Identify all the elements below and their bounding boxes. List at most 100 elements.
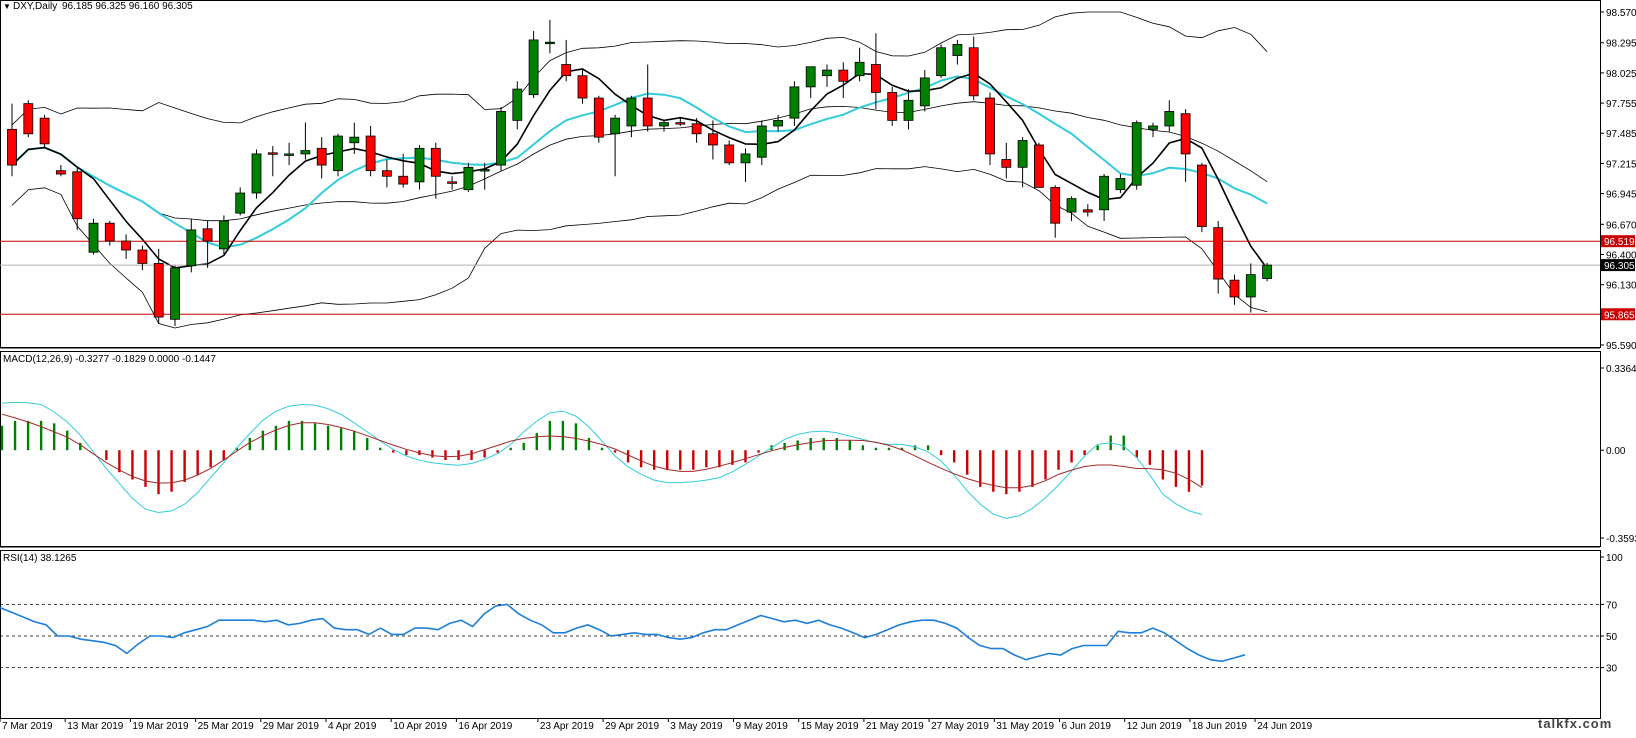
rsi-tick-label: 100 <box>1606 553 1623 564</box>
candle-body <box>708 133 718 146</box>
candle <box>1017 137 1028 188</box>
candle <box>170 265 180 327</box>
candle-body <box>121 240 131 251</box>
candle <box>430 142 441 199</box>
candle <box>708 120 718 160</box>
rsi-tick-label: 70 <box>1606 600 1618 611</box>
candle <box>740 148 751 182</box>
candle <box>235 187 246 216</box>
candle-body <box>430 147 441 177</box>
level-label-current: 96.305 <box>1604 261 1635 272</box>
date-label: 12 Jun 2019 <box>1127 721 1182 732</box>
candle-body <box>871 64 881 93</box>
candle-body <box>7 128 17 166</box>
candle <box>1213 220 1224 294</box>
date-label: 13 Mar 2019 <box>67 721 124 732</box>
candle <box>642 64 653 132</box>
candle <box>7 103 17 177</box>
candle-body <box>1229 279 1240 298</box>
candle-body <box>333 135 343 172</box>
candle-body <box>528 39 539 96</box>
candle <box>985 92 995 166</box>
candle <box>659 120 669 132</box>
price-tick-label: 96.130 <box>1606 281 1636 292</box>
price-tick-label: 98.295 <box>1606 39 1636 50</box>
candle-body <box>1082 209 1093 213</box>
price-tick-label: 97.485 <box>1606 129 1636 140</box>
candle-body <box>577 75 588 99</box>
candle <box>756 120 767 166</box>
candle-body <box>691 123 702 135</box>
candle-body <box>968 47 979 97</box>
candle <box>414 144 425 190</box>
rsi-pane[interactable] <box>0 550 1601 719</box>
candle-body <box>186 229 197 267</box>
candle-body <box>447 181 458 184</box>
candle-body <box>72 171 83 220</box>
candle <box>1034 142 1044 188</box>
candle <box>805 66 816 99</box>
candle <box>1131 120 1142 190</box>
bollinger-lower <box>11 166 1268 329</box>
price-tick-label: 98.025 <box>1606 69 1636 80</box>
candle <box>365 125 376 177</box>
date-label: 31 May 2019 <box>996 721 1054 732</box>
candle <box>822 64 832 87</box>
candle-body <box>1017 140 1028 168</box>
candle-body <box>675 122 686 125</box>
date-label: 24 Jun 2019 <box>1257 721 1312 732</box>
candle <box>968 36 979 101</box>
candle-body <box>479 169 490 172</box>
candle-body <box>365 135 376 172</box>
candle-body <box>1180 113 1191 155</box>
candle <box>1229 274 1240 305</box>
dropdown-arrow-icon[interactable]: ▼ <box>3 2 11 11</box>
candle-body <box>1066 198 1077 213</box>
candle-body <box>1131 122 1142 186</box>
candle-body <box>316 147 327 166</box>
candle-body <box>512 88 523 121</box>
level-label-support: 95.865 <box>1604 310 1635 321</box>
candle <box>936 44 946 78</box>
candle <box>251 149 262 199</box>
candle <box>137 245 148 271</box>
candle-body <box>235 192 246 214</box>
candle-body <box>626 97 637 127</box>
candle-body <box>23 103 34 135</box>
candle-body <box>1001 159 1012 168</box>
candle <box>104 220 115 246</box>
macd-tick-label: 0.00 <box>1606 446 1626 457</box>
price-tick-label: 96.945 <box>1606 190 1636 201</box>
candle <box>121 234 131 259</box>
candle-body <box>659 122 669 127</box>
candle-body <box>887 92 898 121</box>
candle <box>724 140 735 166</box>
ohlc-readout: 96.185 96.325 96.160 96.305 <box>62 1 193 12</box>
candle-body <box>740 153 751 164</box>
date-label: 23 Apr 2019 <box>540 721 594 732</box>
candle <box>267 146 278 177</box>
rsi-label: RSI(14) 38.1265 <box>3 553 77 564</box>
candle <box>545 19 555 54</box>
chart-window: ▼ DXY,Daily 96.185 96.325 96.160 96.305 … <box>0 0 1636 733</box>
main-pane[interactable] <box>0 0 1601 348</box>
candle-body <box>300 150 311 155</box>
candle-body <box>1115 178 1126 191</box>
rsi-tick-label: 30 <box>1606 664 1618 675</box>
candle <box>903 89 914 130</box>
candle-body <box>985 97 995 155</box>
candle <box>284 142 295 166</box>
bollinger-upper <box>11 11 1268 126</box>
dxy-chart[interactable]: ▼ DXY,Daily 96.185 96.325 96.160 96.305 … <box>0 0 1636 733</box>
candle-body <box>936 47 946 77</box>
candle <box>39 114 50 149</box>
candle <box>56 165 66 177</box>
candle <box>23 100 34 138</box>
candle <box>316 137 327 179</box>
candle-body <box>1245 274 1256 298</box>
candle-body <box>414 147 425 183</box>
date-label: 18 Jun 2019 <box>1192 721 1247 732</box>
price-tick-label: 98.570 <box>1606 8 1636 19</box>
candle-body <box>104 222 115 242</box>
candle <box>561 39 572 82</box>
